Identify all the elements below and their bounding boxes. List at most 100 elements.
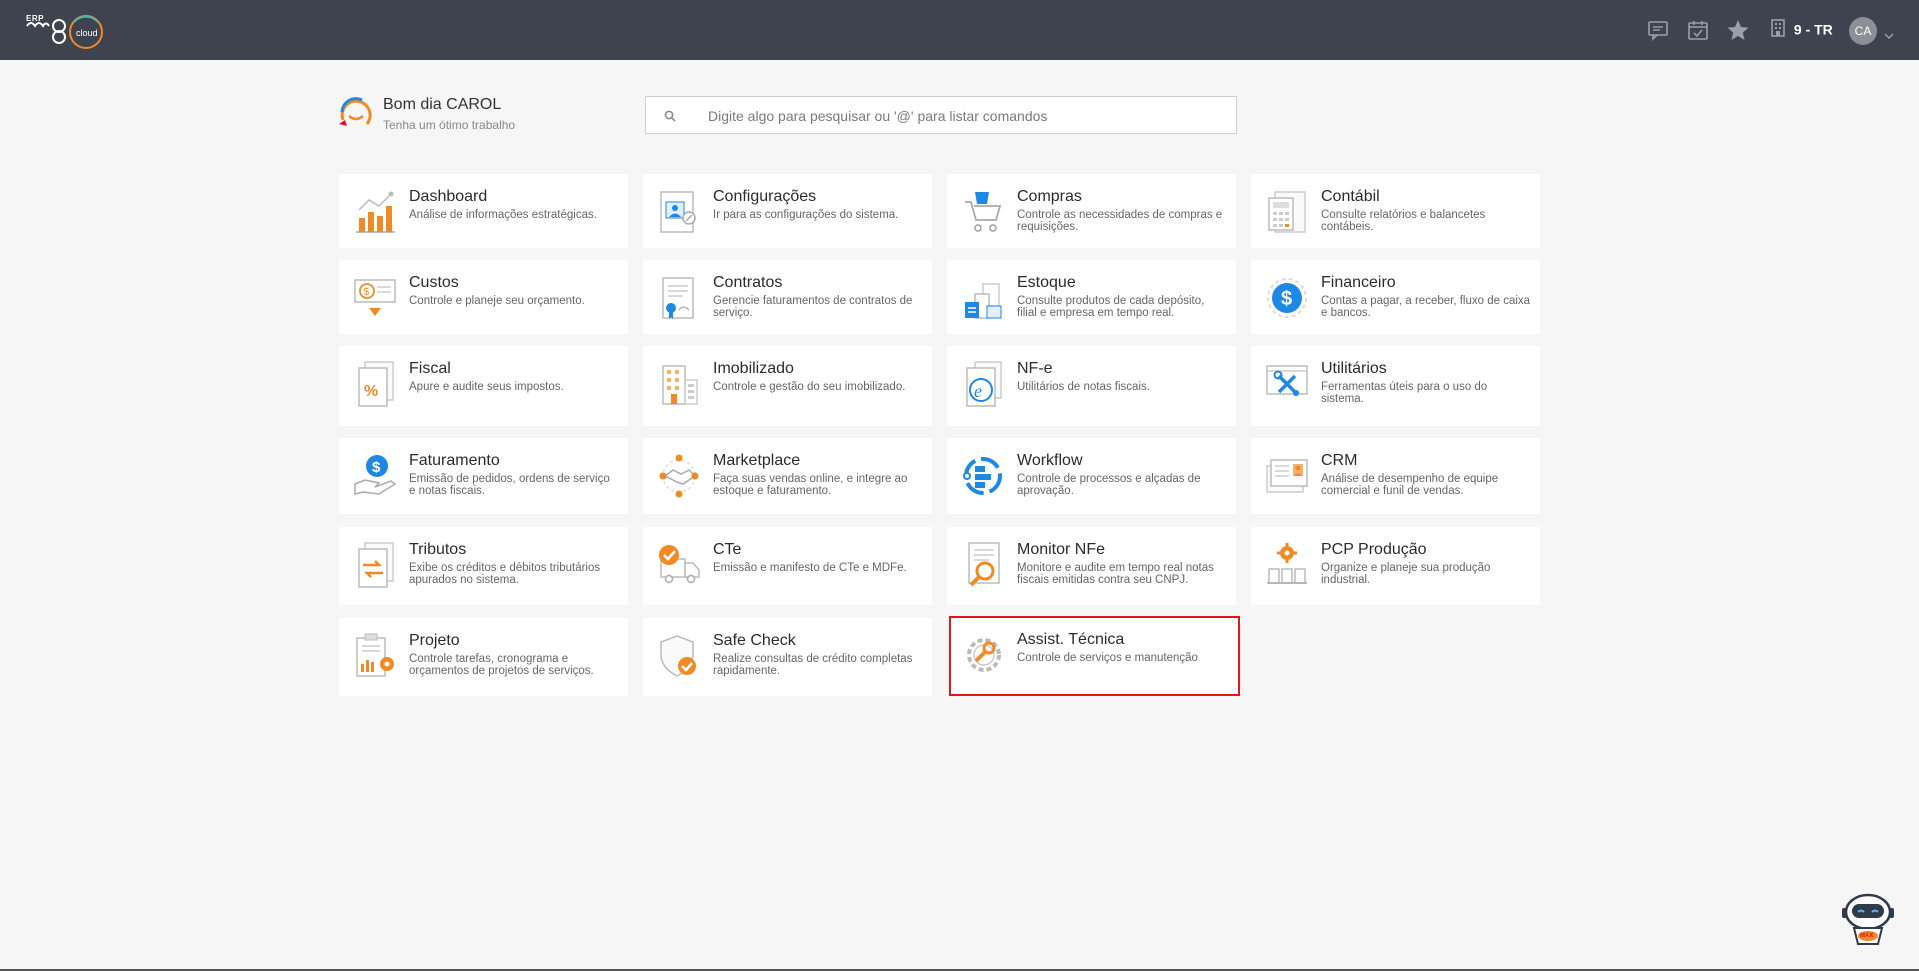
building-icon bbox=[1770, 19, 1786, 40]
svg-text:$: $ bbox=[1281, 288, 1292, 310]
calculator-icon bbox=[1265, 188, 1309, 236]
greeting-title: Bom dia CAROL bbox=[383, 96, 502, 113]
svg-text:$: $ bbox=[372, 459, 381, 476]
module-card-crm[interactable]: CRM Análise de desempenho de equipe come… bbox=[1251, 438, 1540, 514]
shield-check-icon bbox=[657, 632, 701, 680]
module-card-assist-tecnica[interactable]: Assist. Técnica Controle de serviços e m… bbox=[949, 616, 1240, 696]
module-title: Monitor NFe bbox=[1017, 541, 1106, 558]
billing-icon: $ bbox=[353, 452, 397, 500]
calendar-icon[interactable] bbox=[1686, 18, 1710, 42]
module-title: Tributos bbox=[409, 541, 467, 558]
crm-icon bbox=[1265, 452, 1309, 500]
module-title: Dashboard bbox=[409, 188, 488, 205]
module-card-configuracoes[interactable]: Configurações Ir para as configurações d… bbox=[643, 174, 932, 248]
truck-icon bbox=[657, 541, 701, 589]
module-description: Consulte produtos de cada depósito, fili… bbox=[1017, 295, 1205, 319]
module-title: Workflow bbox=[1017, 452, 1083, 469]
handshake-icon bbox=[657, 452, 701, 500]
module-card-contabil[interactable]: Contábil Consulte relatórios e balancete… bbox=[1251, 174, 1540, 248]
module-card-fiscal[interactable]: % Fiscal Apure e audite seus impostos. bbox=[339, 346, 628, 426]
svg-text:$: $ bbox=[364, 287, 370, 298]
contract-icon bbox=[657, 274, 701, 322]
module-card-estoque[interactable]: Estoque Consulte produtos de cada depósi… bbox=[947, 260, 1236, 334]
company-selector[interactable]: 9 - TR bbox=[1770, 19, 1833, 43]
module-description: Análise de informações estratégicas. bbox=[409, 209, 597, 221]
nfe-icon: e bbox=[961, 360, 1005, 408]
module-title: Contratos bbox=[713, 274, 783, 291]
module-card-faturamento[interactable]: $ Faturamento Emissão de pedidos, ordens… bbox=[339, 438, 628, 514]
search-input[interactable] bbox=[706, 97, 1230, 135]
greeting-subtitle: Tenha um ótimo trabalho bbox=[383, 118, 516, 132]
module-card-contratos[interactable]: Contratos Gerencie faturamentos de contr… bbox=[643, 260, 932, 334]
module-description: Emissão de pedidos, ordens de serviço e … bbox=[409, 473, 610, 497]
warehouse-icon bbox=[961, 274, 1005, 322]
module-description: Ir para as configurações do sistema. bbox=[713, 209, 899, 221]
module-title: Projeto bbox=[409, 632, 460, 649]
production-icon bbox=[1265, 541, 1309, 589]
module-description: Faça suas vendas online, e integre ao es… bbox=[713, 473, 908, 497]
module-card-safe-check[interactable]: Safe Check Realize consultas de crédito … bbox=[643, 618, 932, 696]
module-card-imobilizado[interactable]: Imobilizado Controle e gestão do seu imo… bbox=[643, 346, 932, 426]
module-card-cte[interactable]: CTe Emissão e manifesto de CTe e MDFe. bbox=[643, 527, 932, 605]
module-title: Utilitários bbox=[1321, 360, 1387, 377]
module-description: Análise de desempenho de equipe comercia… bbox=[1321, 473, 1499, 497]
module-title: Estoque bbox=[1017, 274, 1076, 291]
module-title: Contábil bbox=[1321, 188, 1380, 205]
module-description: Realize consultas de crédito completas r… bbox=[713, 653, 913, 677]
module-description: Utilitários de notas fiscais. bbox=[1017, 381, 1150, 393]
search-box[interactable] bbox=[645, 96, 1237, 135]
module-card-custos[interactable]: $ Custos Controle e planeje seu orçament… bbox=[339, 260, 628, 334]
module-title: PCP Produção bbox=[1321, 541, 1427, 558]
settings-icon bbox=[657, 188, 701, 236]
module-description: Controle de processos e alçadas de aprov… bbox=[1017, 473, 1201, 497]
module-description: Ferramentas úteis para o uso do sistema. bbox=[1321, 381, 1488, 405]
module-description: Controle de serviços e manutenção bbox=[1017, 652, 1198, 664]
chat-icon[interactable] bbox=[1646, 18, 1670, 42]
module-description: Controle e planeje seu orçamento. bbox=[409, 295, 585, 307]
erp-logo[interactable]: cloud ERP bbox=[24, 12, 116, 52]
module-card-tributos[interactable]: Tributos Exibe os créditos e débitos tri… bbox=[339, 527, 628, 605]
module-description: Controle as necessidades de compras e re… bbox=[1017, 209, 1223, 233]
top-bar: cloud ERP 9 - TR CA bbox=[0, 0, 1919, 60]
module-card-dashboard[interactable]: Dashboard Análise de informações estraté… bbox=[339, 174, 628, 248]
module-card-utilitarios[interactable]: Utilitários Ferramentas úteis para o uso… bbox=[1251, 346, 1540, 426]
module-title: CTe bbox=[713, 541, 742, 558]
module-description: Organize e planeje sua produção industri… bbox=[1321, 562, 1491, 586]
avatar[interactable]: CA bbox=[1849, 17, 1877, 45]
project-icon bbox=[353, 632, 397, 680]
module-card-projeto[interactable]: Projeto Controle tarefas, cronograma e o… bbox=[339, 618, 628, 696]
percent-doc-icon: % bbox=[353, 360, 397, 408]
module-description: Apure e audite seus impostos. bbox=[409, 381, 564, 393]
money-icon: $ bbox=[353, 274, 397, 322]
module-title: NF-e bbox=[1017, 360, 1053, 377]
module-card-compras[interactable]: Compras Controle as necessidades de comp… bbox=[947, 174, 1236, 248]
module-title: Financeiro bbox=[1321, 274, 1396, 291]
module-card-financeiro[interactable]: $ Financeiro Contas a pagar, a receber, … bbox=[1251, 260, 1540, 334]
module-description: Gerencie faturamentos de contratos de se… bbox=[713, 295, 913, 319]
chart-icon bbox=[353, 188, 397, 236]
module-description: Controle tarefas, cronograma e orçamento… bbox=[409, 653, 594, 677]
assistant-bot-icon[interactable]: MAX bbox=[1838, 890, 1898, 950]
module-title: Faturamento bbox=[409, 452, 500, 469]
cart-icon bbox=[961, 188, 1005, 236]
star-icon[interactable] bbox=[1726, 18, 1750, 42]
svg-text:e: e bbox=[974, 381, 982, 401]
building-icon bbox=[657, 360, 701, 408]
module-description: Monitore e audite em tempo real notas fi… bbox=[1017, 562, 1214, 586]
company-label: 9 - TR bbox=[1793, 21, 1833, 38]
module-title: Compras bbox=[1017, 188, 1082, 205]
module-card-monitor-nfe[interactable]: Monitor NFe Monitore e audite em tempo r… bbox=[947, 527, 1236, 605]
chevron-down-icon[interactable] bbox=[1884, 27, 1894, 45]
module-title: Assist. Técnica bbox=[1017, 631, 1125, 648]
module-card-workflow[interactable]: Workflow Controle de processos e alçadas… bbox=[947, 438, 1236, 514]
svg-text:%: % bbox=[364, 383, 378, 400]
search-icon bbox=[664, 109, 676, 127]
workflow-icon bbox=[961, 452, 1005, 500]
module-title: CRM bbox=[1321, 452, 1358, 469]
module-description: Consulte relatórios e balancetes contábe… bbox=[1321, 209, 1486, 233]
module-card-pcp-producao[interactable]: PCP Produção Organize e planeje sua prod… bbox=[1251, 527, 1540, 605]
module-description: Exibe os créditos e débitos tributários … bbox=[409, 562, 601, 586]
module-card-nfe[interactable]: e NF-e Utilitários de notas fiscais. bbox=[947, 346, 1236, 426]
module-card-marketplace[interactable]: Marketplace Faça suas vendas online, e i… bbox=[643, 438, 932, 514]
module-title: Imobilizado bbox=[713, 360, 794, 377]
